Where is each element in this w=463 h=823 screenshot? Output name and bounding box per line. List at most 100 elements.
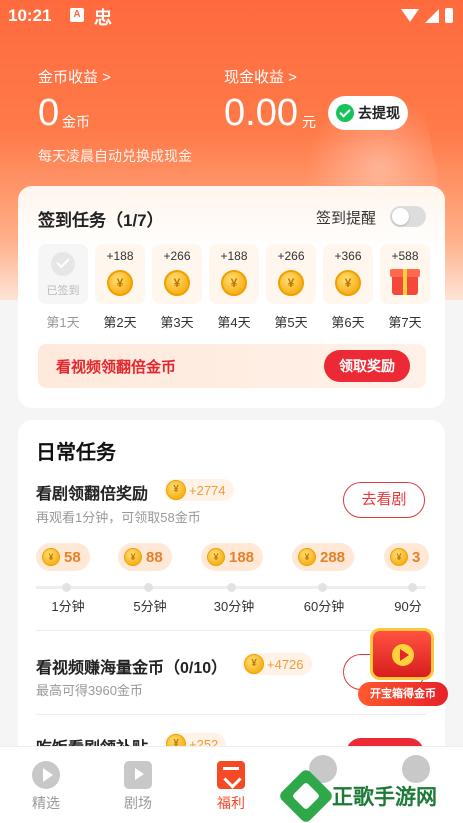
toggle-knob bbox=[392, 208, 409, 225]
progress-dot bbox=[318, 583, 327, 592]
task-subtitle: 最高可得3960金币 bbox=[36, 683, 143, 698]
task-subtitle: 再观看1分钟，可领取58金币 bbox=[36, 510, 201, 525]
day-amount: +266 bbox=[163, 249, 191, 263]
milestone-pill: ¥ 3 bbox=[384, 543, 430, 571]
task-reward-amount: +2774 bbox=[189, 482, 226, 498]
milestone-time: 60分钟 bbox=[303, 599, 345, 614]
coin-icon: ¥ bbox=[164, 270, 190, 296]
coin-earnings-value: 0 bbox=[38, 92, 60, 134]
day-label: 第2天 bbox=[103, 315, 137, 330]
milestone-coins: 3 bbox=[412, 548, 421, 566]
play-circle-icon bbox=[32, 761, 60, 789]
task-watch-video-title: 看视频赚海量金币（0/10） bbox=[36, 660, 228, 677]
day-amount: +188 bbox=[106, 249, 134, 263]
wifi-icon bbox=[401, 9, 419, 22]
day-label: 第6天 bbox=[331, 315, 365, 330]
coin-unit: 金币 bbox=[62, 114, 90, 130]
check-icon bbox=[51, 252, 75, 276]
task-reward-badge: ¥ +4726 bbox=[242, 653, 312, 675]
coin-symbol: ¥ bbox=[48, 552, 54, 562]
tab-theater[interactable]: 剧场 bbox=[92, 747, 184, 823]
coin-icon: ¥ bbox=[278, 270, 304, 296]
day-label: 第4天 bbox=[217, 315, 251, 330]
milestone-pill: ¥ 58 bbox=[36, 543, 90, 571]
coin-symbol: ¥ bbox=[213, 552, 219, 562]
coin-icon: ¥ bbox=[207, 548, 225, 566]
withdraw-label: 去提现 bbox=[358, 105, 400, 121]
coin-symbol: ¥ bbox=[230, 276, 238, 290]
coin-symbol: ¥ bbox=[173, 484, 179, 495]
coin-icon: ¥ bbox=[124, 548, 142, 566]
milestone-coins: 188 bbox=[229, 548, 255, 566]
day-amount: +588 bbox=[391, 249, 419, 263]
signin-card: 签到任务（1/7） 签到提醒 已签到 第1天 +188 ¥ 第2天 +266 ¥… bbox=[18, 186, 445, 408]
gift-bag-icon bbox=[217, 761, 245, 789]
tab-label: 精选 bbox=[32, 795, 60, 811]
day-label: 第1天 bbox=[46, 315, 80, 330]
gift-icon bbox=[390, 269, 420, 295]
exchange-note: 每天凌晨自动兑换成现金 bbox=[38, 148, 192, 164]
signin-day-6: +366 ¥ bbox=[323, 244, 373, 304]
day-label: 第7天 bbox=[388, 315, 422, 330]
signin-day-1: 已签到 bbox=[38, 244, 88, 304]
day-label: 第5天 bbox=[274, 315, 308, 330]
withdraw-button[interactable]: 去提现 bbox=[328, 96, 408, 130]
tab-featured[interactable]: 精选 bbox=[0, 747, 92, 823]
coin-icon: ¥ bbox=[166, 480, 186, 500]
wechat-icon bbox=[336, 104, 354, 122]
coin-symbol: ¥ bbox=[116, 276, 124, 290]
tv-icon bbox=[124, 761, 152, 789]
signin-remind-toggle[interactable] bbox=[390, 206, 426, 227]
signin-day-7: +588 bbox=[380, 244, 430, 304]
milestone-coins: 288 bbox=[320, 548, 346, 566]
play-icon bbox=[392, 644, 414, 666]
claim-reward-button[interactable]: 领取奖励 bbox=[324, 350, 410, 382]
milestone-time: 90分 bbox=[394, 599, 422, 614]
signin-day-4: +188 ¥ bbox=[209, 244, 259, 304]
coin-symbol: ¥ bbox=[396, 552, 402, 562]
milestone-time: 5分钟 bbox=[133, 599, 167, 614]
battery-icon bbox=[445, 8, 453, 23]
progress-dot bbox=[62, 583, 71, 592]
double-coin-text: 看视频领翻倍金币 bbox=[56, 359, 177, 376]
coin-symbol: ¥ bbox=[304, 552, 310, 562]
status-time: 10:21 bbox=[8, 6, 52, 25]
notification-a-icon: A bbox=[70, 8, 84, 22]
signal-icon bbox=[425, 8, 439, 23]
tab-welfare[interactable]: 福利 bbox=[185, 747, 277, 823]
cash-earnings-value: 0.00 bbox=[224, 92, 298, 134]
divider bbox=[36, 714, 426, 715]
tab-label: 福利 bbox=[217, 795, 245, 811]
coin-symbol: ¥ bbox=[173, 276, 181, 290]
coin-earnings-link[interactable]: 金币收益 > bbox=[38, 66, 111, 87]
day-amount: +188 bbox=[220, 249, 248, 263]
cash-earnings-link[interactable]: 现金收益 > bbox=[224, 66, 297, 87]
milestone-time: 30分钟 bbox=[213, 599, 255, 614]
signin-title: 签到任务（1/7） bbox=[38, 211, 164, 230]
signin-day-5: +266 ¥ bbox=[266, 244, 316, 304]
watch-drama-button[interactable]: 去看剧 bbox=[343, 482, 425, 518]
milestone-pill: ¥ 188 bbox=[201, 543, 264, 571]
treasure-label: 开宝箱得金币 bbox=[358, 682, 448, 706]
progress-dot bbox=[408, 583, 417, 592]
signin-remind-label: 签到提醒 bbox=[316, 210, 377, 227]
watermark-logo-icon bbox=[277, 767, 335, 823]
task-reward-badge: ¥ +2774 bbox=[164, 479, 234, 501]
daily-tasks-title: 日常任务 bbox=[36, 442, 116, 464]
watch-progress-track bbox=[36, 583, 426, 592]
coin-icon: ¥ bbox=[390, 548, 408, 566]
coin-symbol: ¥ bbox=[344, 276, 352, 290]
coin-icon: ¥ bbox=[221, 270, 247, 296]
progress-dot bbox=[144, 583, 153, 592]
coin-symbol: ¥ bbox=[251, 658, 257, 669]
milestone-coins: 58 bbox=[64, 548, 81, 566]
day-label: 第3天 bbox=[160, 315, 194, 330]
progress-dot bbox=[227, 583, 236, 592]
status-bar: 10:21 A 忠 bbox=[0, 0, 463, 32]
treasure-chest-button[interactable]: 开宝箱得金币 bbox=[358, 622, 448, 712]
notification-app-icon: 忠 bbox=[94, 8, 112, 28]
milestone-time: 1分钟 bbox=[51, 599, 85, 614]
coin-icon: ¥ bbox=[298, 548, 316, 566]
signin-day-2: +188 ¥ bbox=[95, 244, 145, 304]
coin-icon: ¥ bbox=[42, 548, 60, 566]
